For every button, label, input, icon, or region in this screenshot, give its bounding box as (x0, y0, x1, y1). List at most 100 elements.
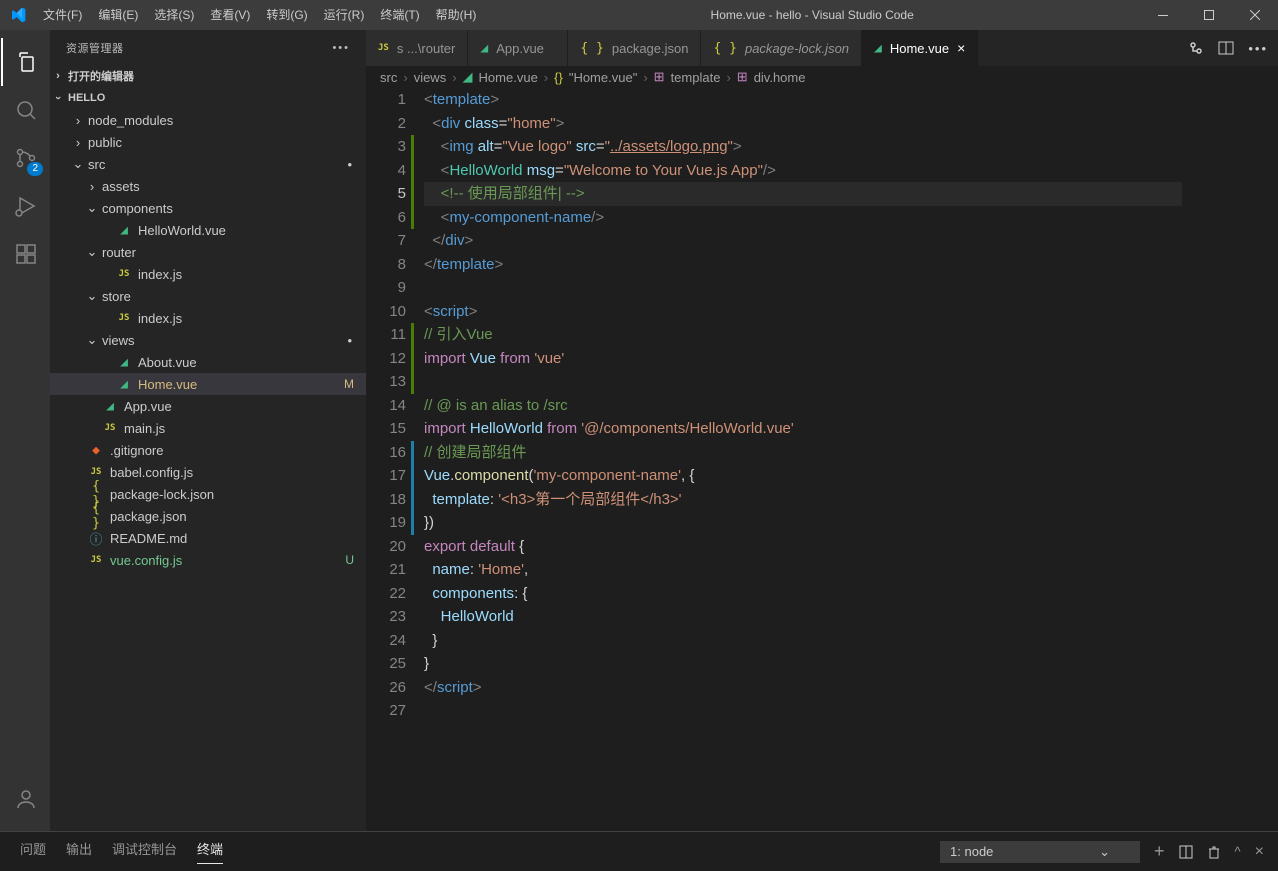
open-editors-section[interactable]: › 打开的编辑器 (50, 65, 366, 87)
code-line[interactable]: // @ is an alias to /src (424, 394, 1182, 418)
menu-item[interactable]: 选择(S) (146, 0, 202, 30)
menu-item[interactable]: 运行(R) (316, 0, 373, 30)
editor-tab[interactable]: ◢Home.vue× (862, 30, 978, 66)
panel-tab[interactable]: 问题 (20, 839, 46, 864)
code-content[interactable]: <template> <div class="home"> <img alt="… (424, 88, 1182, 831)
folder-item[interactable]: ›node_modules (50, 109, 366, 131)
panel-tab[interactable]: 输出 (66, 839, 92, 864)
code-line[interactable]: <img alt="Vue logo" src="../assets/logo.… (424, 135, 1182, 159)
panel-tab[interactable]: 调试控制台 (112, 839, 177, 864)
minimize-button[interactable] (1140, 0, 1186, 30)
code-line[interactable] (424, 699, 1182, 723)
editor-tab[interactable]: JSs ...\router (366, 30, 468, 66)
file-item[interactable]: ⓘREADME.md (50, 527, 366, 549)
maximize-panel-icon[interactable]: ^ (1235, 844, 1241, 859)
search-icon[interactable] (1, 86, 49, 134)
file-item[interactable]: JSindex.js (50, 263, 366, 285)
file-item[interactable]: JSindex.js (50, 307, 366, 329)
breadcrumb-item[interactable]: Home.vue (479, 70, 538, 85)
breadcrumb-item[interactable]: src (380, 70, 397, 85)
code-line[interactable]: components: { (424, 582, 1182, 606)
code-line[interactable]: <my-component-name/> (424, 206, 1182, 230)
code-line[interactable]: // 引入Vue (424, 323, 1182, 347)
editor-tab[interactable]: { }package-lock.json (701, 30, 862, 66)
split-editor-icon[interactable] (1218, 40, 1234, 56)
sidebar-more-icon[interactable]: ••• (332, 42, 350, 54)
file-item[interactable]: ◢About.vue (50, 351, 366, 373)
new-terminal-icon[interactable]: + (1154, 841, 1165, 862)
breadcrumb-item[interactable]: div.home (754, 70, 806, 85)
code-line[interactable]: <template> (424, 88, 1182, 112)
menu-item[interactable]: 文件(F) (35, 0, 90, 30)
code-line[interactable] (424, 276, 1182, 300)
kill-terminal-icon[interactable] (1207, 845, 1221, 859)
breadcrumb-item[interactable]: views (414, 70, 447, 85)
code-line[interactable] (424, 370, 1182, 394)
file-item[interactable]: JSvue.config.jsU (50, 549, 366, 571)
code-line[interactable]: // 创建局部组件 (424, 441, 1182, 465)
folder-item[interactable]: ⌄views• (50, 329, 366, 351)
split-terminal-icon[interactable] (1179, 845, 1193, 859)
code-line[interactable]: <script> (424, 300, 1182, 324)
code-line[interactable]: } (424, 652, 1182, 676)
code-line[interactable]: </template> (424, 253, 1182, 277)
code-line[interactable]: </div> (424, 229, 1182, 253)
breadcrumb[interactable]: src›views›◢Home.vue›{}"Home.vue"›⊞templa… (366, 66, 1278, 88)
folder-item[interactable]: ⌄router (50, 241, 366, 263)
compare-icon[interactable] (1188, 40, 1204, 56)
code-line[interactable]: } (424, 629, 1182, 653)
maximize-button[interactable] (1186, 0, 1232, 30)
file-item[interactable]: JSmain.js (50, 417, 366, 439)
breadcrumb-item[interactable]: "Home.vue" (569, 70, 637, 85)
run-debug-icon[interactable] (1, 182, 49, 230)
editor-tab[interactable]: { }package.json (568, 30, 701, 66)
code-editor[interactable]: 1234567891011121314151617181920212223242… (366, 88, 1278, 831)
folder-item[interactable]: ⌄store (50, 285, 366, 307)
file-item[interactable]: ◢Home.vueM (50, 373, 366, 395)
menu-item[interactable]: 编辑(E) (90, 0, 146, 30)
code-line[interactable]: HelloWorld (424, 605, 1182, 629)
editor-tab[interactable]: ◢App.vue (468, 30, 568, 66)
extensions-icon[interactable] (1, 230, 49, 278)
line-number: 15 (366, 417, 406, 441)
menu-item[interactable]: 查看(V) (202, 0, 258, 30)
file-item[interactable]: ◢App.vue (50, 395, 366, 417)
tree-item-label: index.js (138, 311, 182, 326)
modified-dot-icon: • (347, 333, 352, 348)
code-line[interactable]: <div class="home"> (424, 112, 1182, 136)
code-line[interactable]: <HelloWorld msg="Welcome to Your Vue.js … (424, 159, 1182, 183)
menu-item[interactable]: 终端(T) (372, 0, 427, 30)
code-line[interactable]: name: 'Home', (424, 558, 1182, 582)
close-button[interactable] (1232, 0, 1278, 30)
explorer-icon[interactable] (1, 38, 49, 86)
minimap[interactable] (1182, 88, 1278, 831)
panel-tab[interactable]: 终端 (197, 839, 223, 864)
folder-item[interactable]: ⌄components (50, 197, 366, 219)
code-line[interactable]: import Vue from 'vue' (424, 347, 1182, 371)
folder-item[interactable]: ›public (50, 131, 366, 153)
file-item[interactable]: { }package.json (50, 505, 366, 527)
tab-label: Home.vue (890, 41, 949, 56)
code-line[interactable]: Vue.component('my-component-name', { (424, 464, 1182, 488)
close-icon[interactable]: × (957, 40, 965, 56)
menu-item[interactable]: 帮助(H) (428, 0, 485, 30)
folder-item[interactable]: ›assets (50, 175, 366, 197)
breadcrumb-item[interactable]: template (671, 70, 721, 85)
file-item[interactable]: ◆.gitignore (50, 439, 366, 461)
more-icon[interactable]: ••• (1248, 41, 1268, 56)
close-panel-icon[interactable]: × (1255, 843, 1264, 861)
code-line[interactable]: template: '<h3>第一个局部组件</h3>' (424, 488, 1182, 512)
folder-item[interactable]: ⌄src• (50, 153, 366, 175)
folder-section[interactable]: › HELLO (50, 87, 366, 109)
accounts-icon[interactable] (1, 775, 49, 823)
source-control-icon[interactable]: 2 (1, 134, 49, 182)
code-line[interactable]: export default { (424, 535, 1182, 559)
code-line[interactable]: }) (424, 511, 1182, 535)
code-line[interactable]: <!-- 使用局部组件| --> (424, 182, 1182, 206)
menu-item[interactable]: 转到(G) (258, 0, 315, 30)
line-number: 2 (366, 112, 406, 136)
code-line[interactable]: import HelloWorld from '@/components/Hel… (424, 417, 1182, 441)
file-item[interactable]: ◢HelloWorld.vue (50, 219, 366, 241)
terminal-selector[interactable]: 1: node ⌄ (940, 841, 1140, 863)
code-line[interactable]: </script> (424, 676, 1182, 700)
